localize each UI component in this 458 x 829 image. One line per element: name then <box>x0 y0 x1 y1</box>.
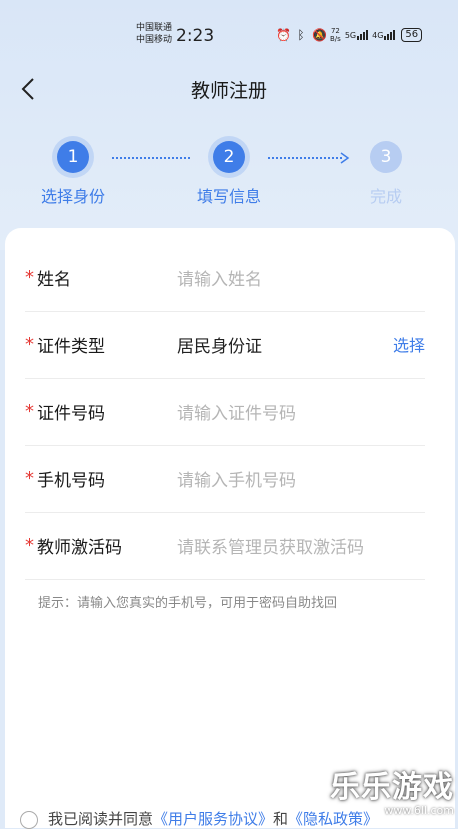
agreement-row: 我已阅读并同意《用户服务协议》和《隐私政策》 <box>20 808 378 829</box>
signal-5g: 5G <box>344 30 369 40</box>
id-type-value: 居民身份证 <box>177 337 262 357</box>
page-title: 教师注册 <box>190 80 267 102</box>
select-id-type-button[interactable]: 选择 <box>393 332 425 356</box>
required-mark: * <box>25 468 34 489</box>
arrow-right-icon <box>340 152 350 164</box>
form-card: * 姓名 请输入姓名 * 证件类型 居民身份证 选择 * 证件号码 请输入证件号… <box>5 228 455 828</box>
step-indicator: 1 选择身份 2 填写信息 3 完成 <box>0 140 458 210</box>
step-connector-2 <box>268 157 342 159</box>
status-icons: ⏰ ᛒ 🔕 72 B/s 5G 4G 56 <box>276 27 423 43</box>
step-2-circle: 2 <box>213 141 245 173</box>
net-speed-value: 72 <box>330 27 340 35</box>
battery-indicator: 56 <box>401 28 423 42</box>
step-3-label: 完成 <box>369 187 402 206</box>
field-id-number-label: 证件号码 <box>37 404 105 424</box>
signal-4g: 4G <box>372 30 396 40</box>
required-mark: * <box>25 334 34 355</box>
required-mark: * <box>25 535 34 556</box>
signal-4g-label: 4G <box>372 31 384 40</box>
activation-code-input[interactable]: 请联系管理员获取激活码 <box>177 533 364 558</box>
field-activation-code-label: 教师激活码 <box>37 538 122 558</box>
field-phone[interactable]: * 手机号码 请输入手机号码 <box>25 446 425 513</box>
step-2-label: 填写信息 <box>196 187 261 206</box>
field-id-type[interactable]: * 证件类型 居民身份证 选择 <box>25 312 425 379</box>
net-speed-unit: B/s <box>330 35 341 43</box>
field-name[interactable]: * 姓名 请输入姓名 <box>25 245 425 312</box>
signal-bars-icon <box>357 30 369 40</box>
carrier-info: 中国联通 中国移动 <box>136 22 172 46</box>
step-3-circle: 3 <box>370 141 402 173</box>
field-activation-code[interactable]: * 教师激活码 请联系管理员获取激活码 <box>25 513 425 580</box>
watermark-logo: 乐乐游戏 www.6ll.com <box>330 762 454 817</box>
nav-bar: 教师注册 <box>0 70 458 110</box>
form-hint: 提示：请输入您真实的手机号，可用于密码自助找回 <box>38 596 338 611</box>
id-number-input[interactable]: 请输入证件号码 <box>177 399 296 424</box>
signal-bars-icon <box>384 30 396 40</box>
field-name-label: 姓名 <box>37 270 71 290</box>
signal-5g-label: 5G <box>344 31 357 40</box>
step-1-circle: 1 <box>57 141 89 173</box>
step-connector-1 <box>112 157 190 159</box>
watermark-main: 乐乐游戏 <box>330 770 454 805</box>
phone-input[interactable]: 请输入手机号码 <box>177 466 296 491</box>
required-mark: * <box>25 401 34 422</box>
status-time: 2:23 <box>176 26 215 46</box>
step-1-label: 选择身份 <box>40 187 105 206</box>
agreement-connector: 和 <box>273 810 289 828</box>
field-phone-label: 手机号码 <box>37 471 105 491</box>
alarm-icon: ⏰ <box>276 28 291 42</box>
carrier-1: 中国联通 <box>136 23 173 33</box>
required-mark: * <box>25 267 34 288</box>
name-input[interactable]: 请输入姓名 <box>177 265 262 290</box>
agreement-prefix: 我已阅读并同意 <box>48 810 154 828</box>
user-agreement-link[interactable]: 《用户服务协议》 <box>153 810 273 828</box>
mute-icon: 🔕 <box>312 28 327 42</box>
field-id-number[interactable]: * 证件号码 请输入证件号码 <box>25 379 425 446</box>
status-bar: 中国联通 中国移动 2:23 ⏰ ᛒ 🔕 72 B/s 5G 4G 56 <box>0 18 458 54</box>
net-speed: 72 B/s <box>330 27 341 43</box>
field-id-type-label: 证件类型 <box>37 337 105 357</box>
carrier-2: 中国移动 <box>136 35 173 45</box>
bluetooth-icon: ᛒ <box>297 28 305 42</box>
